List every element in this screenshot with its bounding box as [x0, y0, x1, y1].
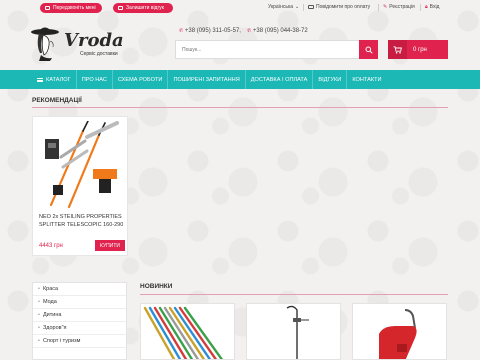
- product-name[interactable]: NEO 2x STEILING PROPERTIES SPLITTER TELE…: [39, 213, 125, 229]
- search-input[interactable]: [176, 41, 336, 58]
- section-divider: [140, 294, 448, 295]
- viber-icon: ✆: [246, 28, 252, 34]
- logo[interactable]: Vroda Сервіс доставки: [30, 23, 125, 63]
- nav-faq[interactable]: ПОШИРЕНІ ЗАПИТАННЯ: [168, 70, 246, 89]
- nav-label: ДОСТАВКА І ОПЛАТА: [250, 76, 308, 83]
- search-button[interactable]: [359, 40, 378, 59]
- top-bar: Передзвоніть мені Залишити відгук Україн…: [0, 0, 480, 20]
- product-card[interactable]: NEO 2x STEILING PROPERTIES SPLITTER TELE…: [32, 116, 128, 256]
- register-label: Реєстрація: [389, 4, 415, 10]
- nav-reviews[interactable]: ВІДГУКИ: [313, 70, 348, 89]
- cart-button[interactable]: 0 грн: [388, 40, 448, 59]
- new-product-card[interactable]: [246, 303, 341, 360]
- product-price: 4443 грн: [39, 243, 63, 249]
- user-plus-icon: ✎: [383, 4, 388, 10]
- cart-total: 0 грн: [413, 46, 427, 53]
- notify-payment-link[interactable]: Повідомити про оплату: [308, 4, 370, 10]
- logo-text: Vroda: [64, 30, 124, 51]
- feedback-label: Залишити відгук: [126, 5, 164, 11]
- phone-numbers: ✆ +38 (095) 311-05-57, ✆ +38 (095) 044-3…: [179, 28, 308, 34]
- category-item[interactable]: Мода: [33, 296, 126, 309]
- nav-label: ПОШИРЕНІ ЗАПИТАННЯ: [173, 76, 240, 83]
- nav-label: ПРО НАС: [81, 76, 107, 83]
- category-item[interactable]: Краса: [33, 283, 126, 296]
- nav-how-it-works[interactable]: СХЕМА РОБОТИ: [113, 70, 169, 89]
- phone-icon: ✆: [179, 28, 184, 34]
- login-link[interactable]: 🔒︎ Вхід: [425, 4, 439, 10]
- feedback-button[interactable]: Залишити відгук: [113, 3, 173, 13]
- divider: [303, 4, 304, 11]
- notify-label: Повідомити про оплату: [316, 4, 371, 10]
- section-divider: [32, 107, 448, 108]
- language-select[interactable]: Українська ⌄: [268, 4, 299, 10]
- category-item[interactable]: Спорт і туризм: [33, 335, 126, 348]
- nav-contacts[interactable]: КОНТАКТИ: [347, 70, 386, 89]
- nav-label: СХЕМА РОБОТИ: [117, 76, 163, 83]
- nav-label: КАТАЛОГ: [46, 76, 71, 83]
- language-value: Українська: [268, 4, 294, 10]
- logo-lady-icon: [31, 27, 59, 61]
- divider: [378, 4, 379, 11]
- chevron-down-icon: ⌄: [295, 4, 300, 10]
- new-product-card[interactable]: [352, 303, 447, 360]
- register-link[interactable]: ✎ Реєстрація: [383, 4, 415, 10]
- recommend-title: РЕКОМЕНДАЦІЇ: [32, 97, 82, 104]
- product-image[interactable]: [353, 304, 447, 360]
- nav-catalog[interactable]: КАТАЛОГ: [32, 70, 77, 89]
- phone-1-text: +38 (095) 311-05-57,: [184, 28, 241, 34]
- cart-icon: [388, 40, 407, 59]
- login-label: Вхід: [429, 4, 440, 10]
- search-icon: [365, 46, 373, 54]
- divider: [420, 4, 421, 11]
- search-box: [175, 40, 361, 59]
- product-image[interactable]: [141, 304, 235, 360]
- main-nav: КАТАЛОГ ПРО НАС СХЕМА РОБОТИ ПОШИРЕНІ ЗА…: [0, 70, 480, 89]
- phone-1[interactable]: ✆ +38 (095) 311-05-57,: [179, 28, 241, 34]
- category-item[interactable]: Дитина: [33, 309, 126, 322]
- phone-2-text: +38 (095) 044-38-72: [252, 28, 308, 34]
- mail-icon: [118, 6, 123, 10]
- menu-icon: [37, 77, 43, 82]
- nav-about[interactable]: ПРО НАС: [77, 70, 113, 89]
- phone-icon: [45, 6, 50, 10]
- phone-2[interactable]: ✆ +38 (095) 044-38-72: [247, 28, 308, 34]
- card-icon: [308, 5, 314, 9]
- product-image[interactable]: [39, 121, 125, 209]
- logo-tagline: Сервіс доставки: [80, 51, 118, 57]
- nav-delivery[interactable]: ДОСТАВКА І ОПЛАТА: [246, 70, 314, 89]
- callback-button[interactable]: Передзвоніть мені: [40, 3, 102, 13]
- nav-label: ВІДГУКИ: [318, 76, 342, 83]
- product-image[interactable]: [247, 304, 341, 360]
- new-products-title: НОВИНКИ: [140, 283, 173, 290]
- category-list: Краса Мода Дитина Здоров"я Спорт і туриз…: [32, 282, 127, 360]
- nav-label: КОНТАКТИ: [352, 76, 382, 83]
- lock-icon: 🔒︎: [425, 4, 428, 10]
- buy-button[interactable]: КУПИТИ: [95, 240, 125, 251]
- category-item[interactable]: Здоров"я: [33, 322, 126, 335]
- callback-label: Передзвоніть мені: [53, 5, 96, 11]
- new-product-card[interactable]: [140, 303, 235, 360]
